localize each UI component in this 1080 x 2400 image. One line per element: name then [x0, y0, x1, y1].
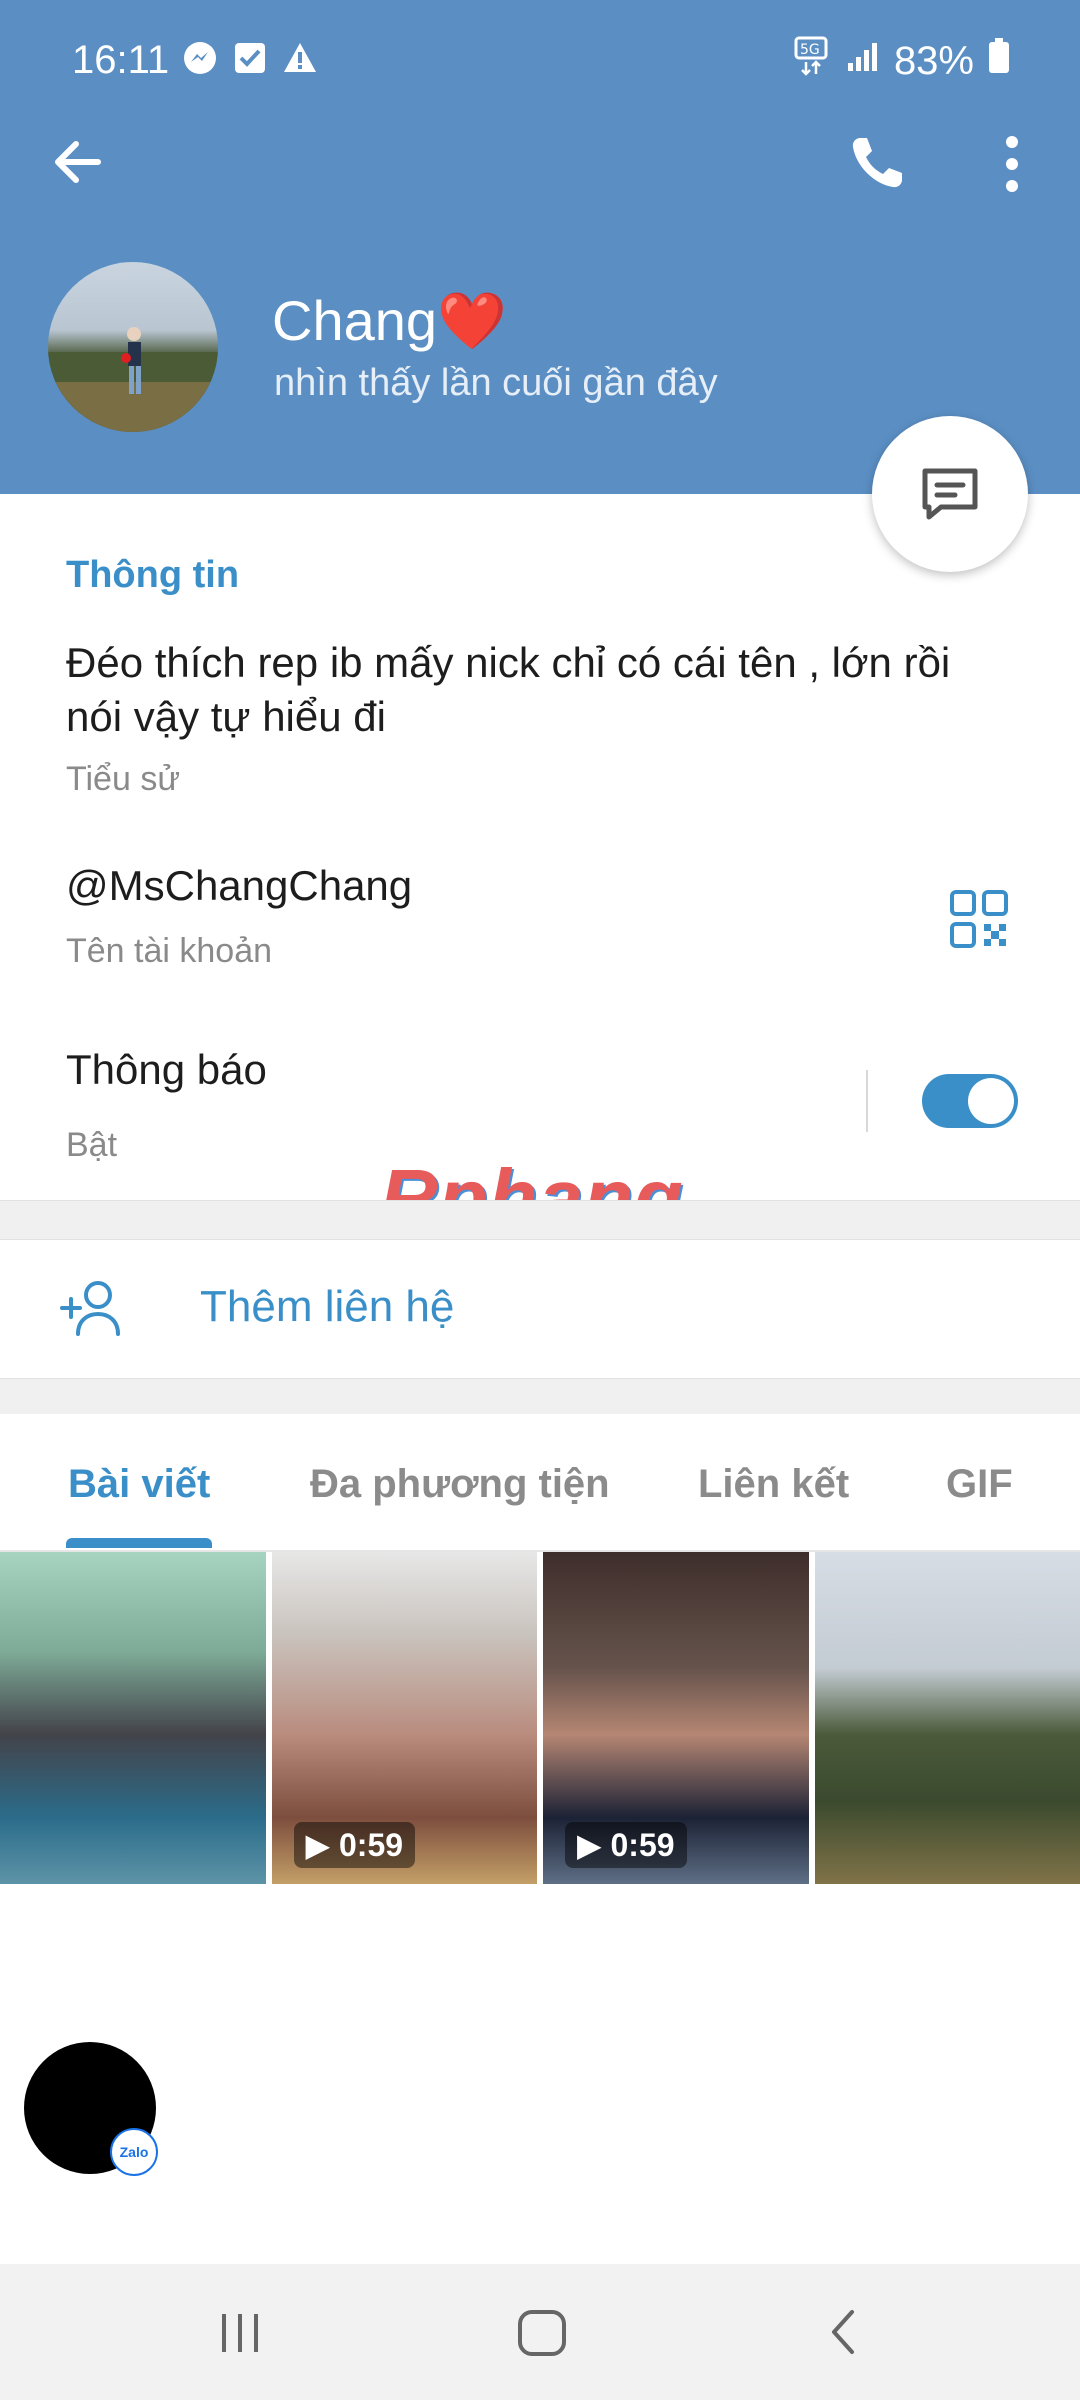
media-thumbnail[interactable]: ▶ 0:59	[543, 1552, 809, 1884]
add-contact-label[interactable]: Thêm liên hệ	[200, 1282, 454, 1332]
status-system-icons: 5G 83%	[792, 36, 1010, 86]
section-separator	[0, 1200, 1080, 1240]
username-value[interactable]: @MsChangChang	[66, 862, 412, 910]
bio-label: Tiểu sử	[66, 760, 181, 798]
add-person-icon	[58, 1278, 128, 1338]
back-nav-icon[interactable]	[824, 2302, 864, 2367]
media-thumbnail[interactable]	[814, 1552, 1080, 1884]
media-thumbnail[interactable]: ▶ 0:59	[271, 1552, 537, 1884]
profile-avatar[interactable]	[48, 262, 218, 432]
last-seen-status: nhìn thấy lần cuối gần đây	[274, 362, 718, 404]
video-duration: ▶ 0:59	[565, 1822, 687, 1868]
notifications-state: Bật	[66, 1126, 118, 1164]
add-contact-row[interactable]	[0, 1240, 1080, 1378]
tab-links[interactable]: Liên kết	[698, 1462, 849, 1507]
qr-code-icon[interactable]	[950, 890, 1008, 948]
profile-name: Chang❤️	[272, 289, 507, 352]
signal-icon	[846, 39, 880, 83]
notifications-title[interactable]: Thông báo	[66, 1046, 267, 1094]
active-tab-indicator	[66, 1538, 212, 1548]
tab-media[interactable]: Đa phương tiện	[310, 1462, 610, 1507]
username-label: Tên tài khoản	[66, 932, 273, 970]
message-button[interactable]	[872, 416, 1028, 572]
home-icon[interactable]	[514, 2302, 570, 2367]
vertical-divider	[866, 1070, 868, 1132]
5g-icon: 5G	[792, 36, 832, 86]
media-grid: ▶ 0:59 ▶ 0:59	[0, 1552, 1080, 1884]
section-separator	[0, 1378, 1080, 1416]
recent-apps-icon[interactable]	[216, 2302, 266, 2367]
messenger-icon	[182, 40, 218, 76]
status-notification-icons	[182, 40, 318, 76]
media-thumbnail[interactable]	[0, 1552, 266, 1884]
tab-posts[interactable]: Bài viết	[68, 1462, 210, 1507]
back-arrow-icon[interactable]	[46, 130, 110, 194]
warning-icon	[282, 40, 318, 76]
more-options-icon[interactable]	[990, 134, 1034, 194]
check-square-icon	[232, 40, 268, 76]
notifications-toggle[interactable]	[922, 1074, 1018, 1128]
toggle-knob	[968, 1078, 1014, 1124]
info-section	[0, 494, 1080, 1200]
battery-percentage: 83%	[893, 38, 974, 83]
video-duration: ▶ 0:59	[293, 1822, 416, 1868]
svg-text:5G: 5G	[800, 42, 820, 58]
zalo-badge: Zalo	[110, 2128, 158, 2176]
battery-icon	[988, 38, 1010, 84]
chat-bubble-icon	[922, 468, 978, 520]
tab-gif[interactable]: GIF	[946, 1462, 1013, 1507]
info-section-title: Thông tin	[66, 554, 240, 596]
status-time: 16:11	[72, 38, 170, 82]
phone-call-icon[interactable]	[846, 130, 910, 194]
bio-text[interactable]: Đéo thích rep ib mấy nick chỉ có cái tên…	[66, 636, 1016, 744]
status-bar: 16:11 5G 83%	[0, 0, 1080, 120]
